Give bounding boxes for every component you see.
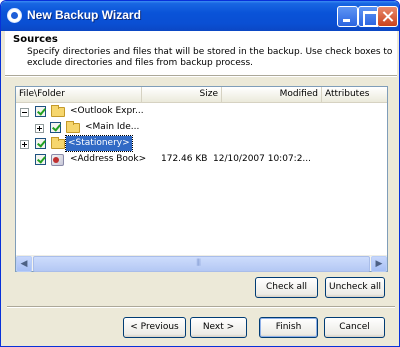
column-size[interactable]: Size (142, 87, 222, 103)
finish-button[interactable]: Finish (259, 317, 318, 338)
row-name: <Stationery> (65, 135, 133, 152)
folder-icon (51, 137, 65, 149)
file-tree-list[interactable]: File\Folder Size Modified Attributes <Ou… (15, 86, 388, 272)
row-checkbox[interactable] (35, 138, 46, 149)
title-bar[interactable]: New Backup Wizard (1, 1, 399, 31)
tree-row[interactable]: <Stationery> (16, 135, 387, 152)
row-checkbox[interactable] (50, 122, 61, 133)
previous-button[interactable]: < Previous (123, 317, 186, 338)
tree-row[interactable]: <Address Book> 172.46 KB 12/10/2007 10:0… (16, 152, 387, 168)
row-name: <Outlook Expr... (70, 106, 144, 116)
row-checkbox[interactable] (35, 106, 46, 117)
row-size: 172.46 KB (161, 154, 208, 164)
row-name: <Address Book> (70, 154, 147, 164)
address-book-icon (51, 154, 64, 166)
page-description: Specify directories and files that will … (27, 47, 393, 68)
expand-icon[interactable] (20, 140, 29, 149)
close-button[interactable] (377, 6, 398, 27)
cancel-button[interactable]: Cancel (324, 317, 385, 338)
collapse-icon[interactable] (20, 108, 29, 117)
horizontal-scrollbar[interactable]: ◀ ▶ (16, 255, 387, 272)
wizard-window: New Backup Wizard Sources Specify direct… (0, 0, 400, 347)
app-icon (7, 8, 22, 23)
tree-row[interactable]: <Outlook Expr... (16, 104, 387, 120)
row-checkbox[interactable] (35, 154, 46, 165)
header-divider (5, 75, 397, 77)
column-file-folder[interactable]: File\Folder (16, 87, 142, 103)
next-button[interactable]: Next > (190, 317, 247, 338)
footer-divider (7, 306, 395, 308)
row-modified: 12/10/2007 10:07:2... (213, 154, 312, 164)
folder-icon (66, 121, 80, 133)
row-name: <Main Ide... (85, 122, 140, 132)
column-modified[interactable]: Modified (222, 87, 322, 103)
wizard-header: Sources Specify directories and files th… (5, 31, 397, 75)
minimize-button[interactable] (337, 6, 358, 27)
maximize-button[interactable] (358, 6, 379, 27)
tree-row[interactable]: <Main Ide... (16, 120, 387, 136)
scrollbar-thumb[interactable] (33, 256, 370, 272)
folder-icon (51, 105, 65, 117)
check-all-button[interactable]: Check all (255, 277, 318, 298)
column-attributes[interactable]: Attributes (322, 87, 387, 103)
expand-icon[interactable] (35, 124, 44, 133)
page-title: Sources (13, 34, 58, 45)
column-header: File\Folder Size Modified Attributes (16, 87, 387, 103)
window-title: New Backup Wizard (27, 8, 141, 22)
scroll-left-arrow-icon[interactable]: ◀ (16, 256, 32, 272)
uncheck-all-button[interactable]: Uncheck all (325, 277, 385, 298)
scroll-right-arrow-icon[interactable]: ▶ (371, 256, 387, 272)
